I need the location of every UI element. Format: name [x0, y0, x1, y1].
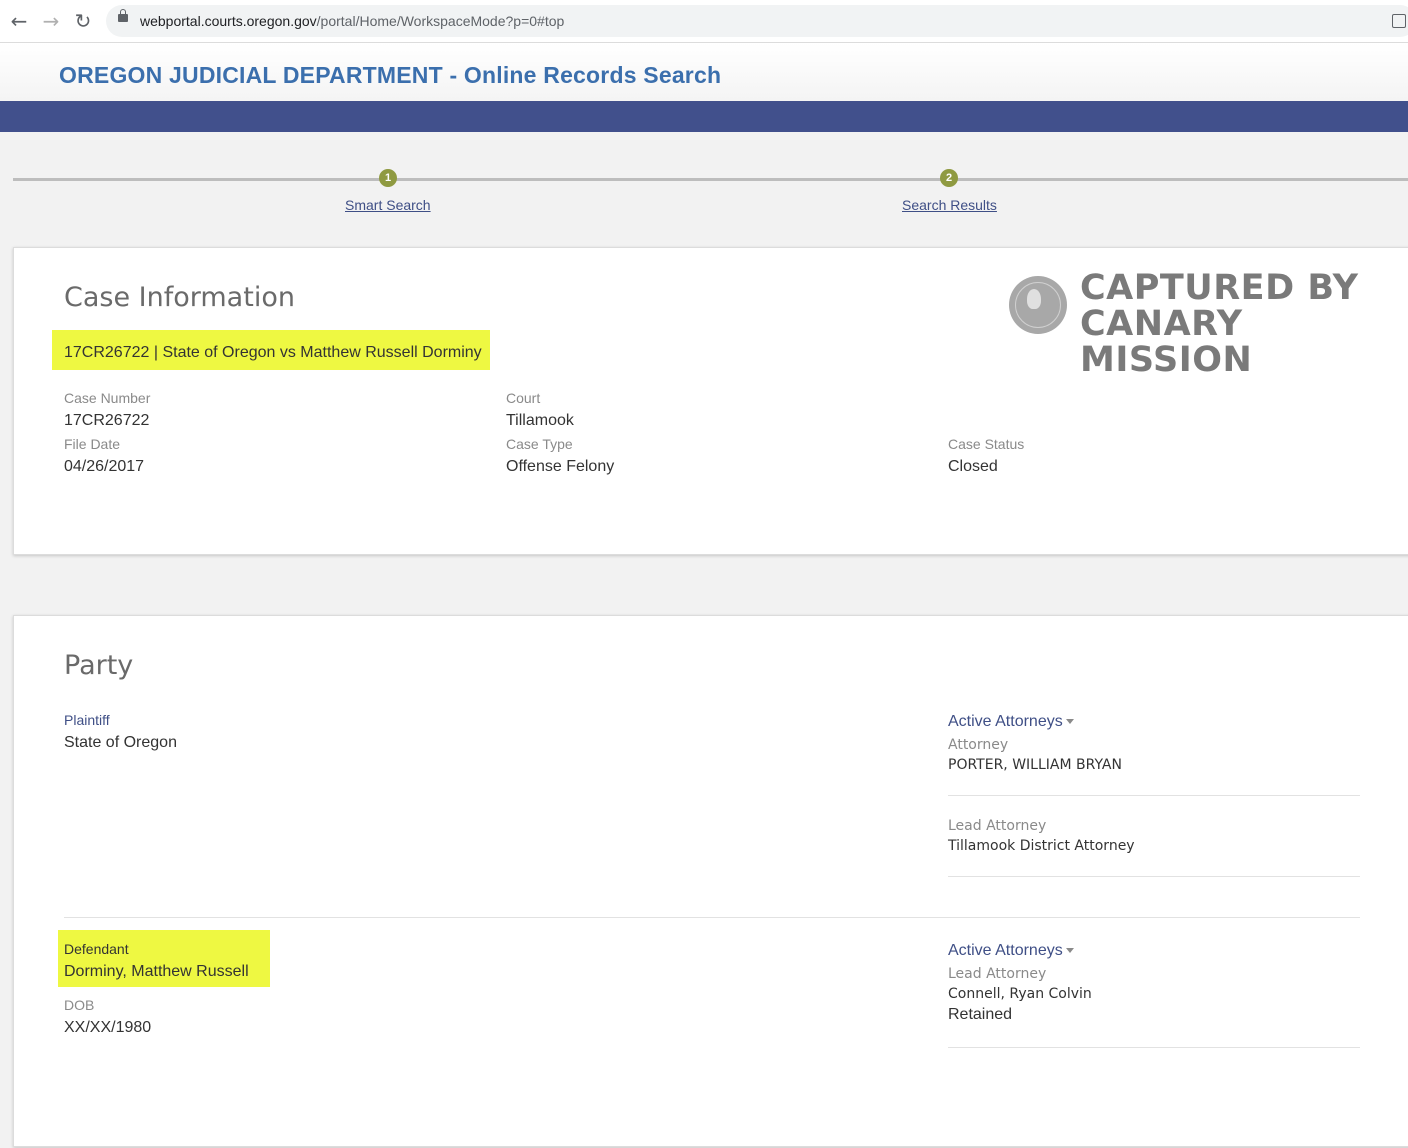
- caret-down-icon: [1065, 719, 1074, 725]
- plaintiff-lead-attorney-label: Lead Attorney: [948, 818, 1047, 834]
- court-value: Tillamook: [506, 412, 574, 429]
- defendant-active-attorneys-label: Active Attorneys: [948, 942, 1063, 959]
- plaintiff-active-attorneys-label: Active Attorneys: [948, 713, 1063, 730]
- step-2-badge: 2: [940, 169, 958, 187]
- step-line: [13, 178, 1408, 181]
- plaintiff-attorney-name: PORTER, WILLIAM BRYAN: [948, 757, 1122, 773]
- dob-value: XX/XX/1980: [64, 1019, 152, 1036]
- forward-arrow-icon[interactable]: →: [40, 10, 62, 32]
- defendant-lead-attorney-label: Lead Attorney: [948, 966, 1047, 982]
- caret-down-icon: [1065, 948, 1074, 954]
- case-number-label: Case Number: [64, 390, 151, 406]
- case-information-panel: Case Information CAPTURED BY CANARY MISS…: [13, 247, 1408, 555]
- party-panel: Party Plaintiff State of Oregon Active A…: [13, 615, 1408, 1147]
- plaintiff-role: Plaintiff: [64, 712, 110, 728]
- plaintiff-name: State of Oregon: [64, 734, 177, 751]
- party-divider: [64, 917, 1360, 918]
- defendant-lead-attorney-name: Connell, Ryan Colvin: [948, 986, 1092, 1002]
- watermark-line-1: CAPTURED BY: [1080, 268, 1359, 308]
- case-status-value: Closed: [948, 458, 998, 475]
- attorney-divider: [948, 795, 1360, 796]
- plaintiff-lead-attorney-name: Tillamook District Attorney: [948, 838, 1135, 854]
- file-date-value: 04/26/2017: [64, 458, 145, 475]
- file-date-label: File Date: [64, 436, 121, 452]
- site-title: OREGON JUDICIAL DEPARTMENT - Online Reco…: [59, 62, 722, 88]
- plaintiff-active-attorneys-toggle[interactable]: Active Attorneys: [948, 713, 1074, 731]
- plaintiff-attorney-label: Attorney: [948, 737, 1009, 753]
- url-domain: webportal.courts.oregon.gov: [140, 13, 317, 29]
- case-status-label: Case Status: [948, 436, 1025, 452]
- open-external-icon[interactable]: [1392, 14, 1406, 28]
- lock-icon: [118, 9, 128, 22]
- attorney-divider: [948, 876, 1360, 877]
- case-type-label: Case Type: [506, 436, 573, 452]
- dob-label: DOB: [64, 997, 95, 1013]
- canary-mission-logo-icon: [1009, 276, 1067, 334]
- watermark-line-2: CANARY MISSION: [1080, 304, 1253, 380]
- defendant-active-attorneys-toggle[interactable]: Active Attorneys: [948, 942, 1074, 960]
- url-path: /portal/Home/WorkspaceMode?p=0#top: [316, 13, 565, 29]
- search-results-link[interactable]: Search Results: [902, 197, 997, 213]
- party-title: Party: [64, 650, 134, 681]
- case-type-value: Offense Felony: [506, 458, 615, 475]
- nav-band: [0, 101, 1408, 132]
- reload-icon[interactable]: ↻: [72, 10, 94, 32]
- defendant-name: Dorminy, Matthew Russell: [64, 963, 249, 980]
- defendant-role: Defendant: [64, 941, 129, 957]
- case-number-value: 17CR26722: [64, 412, 150, 429]
- case-information-title: Case Information: [64, 282, 295, 313]
- url-text[interactable]: webportal.courts.oregon.gov/portal/Home/…: [140, 13, 564, 29]
- step-navigation: 1 Smart Search 2 Search Results: [0, 132, 1408, 242]
- back-arrow-icon[interactable]: ←: [8, 10, 30, 32]
- attorney-divider: [948, 1047, 1360, 1048]
- bird-icon: [1027, 289, 1041, 309]
- site-header: OREGON JUDICIAL DEPARTMENT - Online Reco…: [0, 43, 1408, 101]
- defendant-attorney-status: Retained: [948, 1006, 1013, 1023]
- case-headline: 17CR26722 | State of Oregon vs Matthew R…: [64, 344, 482, 361]
- browser-toolbar: ← → ↻ webportal.courts.oregon.gov/portal…: [0, 0, 1408, 43]
- step-1-badge: 1: [379, 169, 397, 187]
- watermark-text: CAPTURED BY CANARY MISSION: [1080, 270, 1408, 378]
- court-label: Court: [506, 390, 541, 406]
- address-bar[interactable]: webportal.courts.oregon.gov/portal/Home/…: [106, 5, 1408, 37]
- smart-search-link[interactable]: Smart Search: [345, 197, 431, 213]
